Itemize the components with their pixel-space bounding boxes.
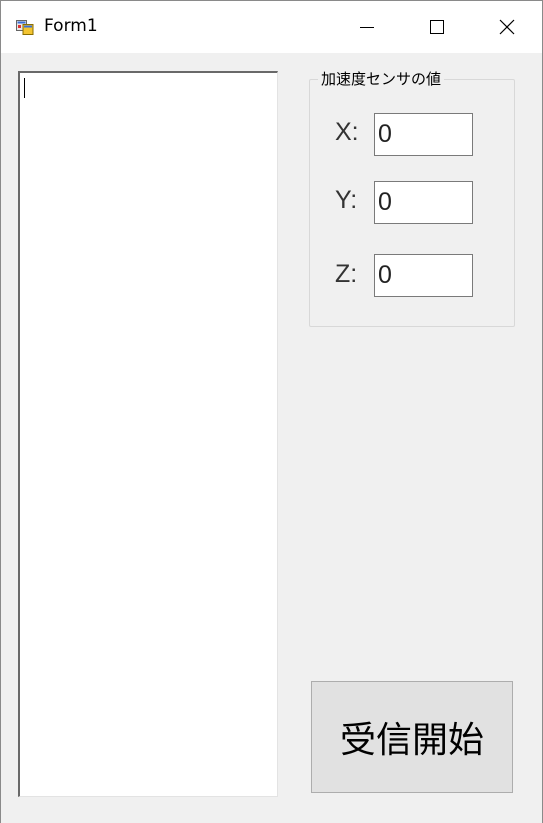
y-label: Y: <box>335 186 358 214</box>
y-value-field[interactable]: 0 <box>374 181 473 224</box>
minimize-icon <box>360 20 374 34</box>
x-label: X: <box>335 118 359 146</box>
close-icon <box>499 19 515 35</box>
window-title: Form1 <box>44 16 98 36</box>
group-caption: 加速度センサの値 <box>318 68 445 89</box>
minimize-button[interactable] <box>332 1 402 53</box>
form-app-icon <box>16 18 34 36</box>
client-area: 加速度センサの値 X: 0 Y: 0 Z: 0 受信開始 <box>1 53 542 823</box>
log-textbox[interactable] <box>18 71 278 797</box>
text-caret <box>24 78 25 98</box>
start-receive-button[interactable]: 受信開始 <box>311 681 513 793</box>
start-receive-label: 受信開始 <box>339 720 484 761</box>
form-window: Form1 加速度センサの値 X: 0 Y: 0 Z: 0 受信開始 <box>0 0 543 823</box>
title-bar[interactable]: Form1 <box>1 1 542 53</box>
z-label: Z: <box>335 260 358 288</box>
x-value-field[interactable]: 0 <box>374 113 473 156</box>
maximize-button[interactable] <box>402 1 472 53</box>
maximize-icon <box>430 20 444 34</box>
z-value-field[interactable]: 0 <box>374 254 473 297</box>
accel-sensor-group: 加速度センサの値 X: 0 Y: 0 Z: 0 <box>309 68 515 327</box>
close-button[interactable] <box>472 1 542 53</box>
